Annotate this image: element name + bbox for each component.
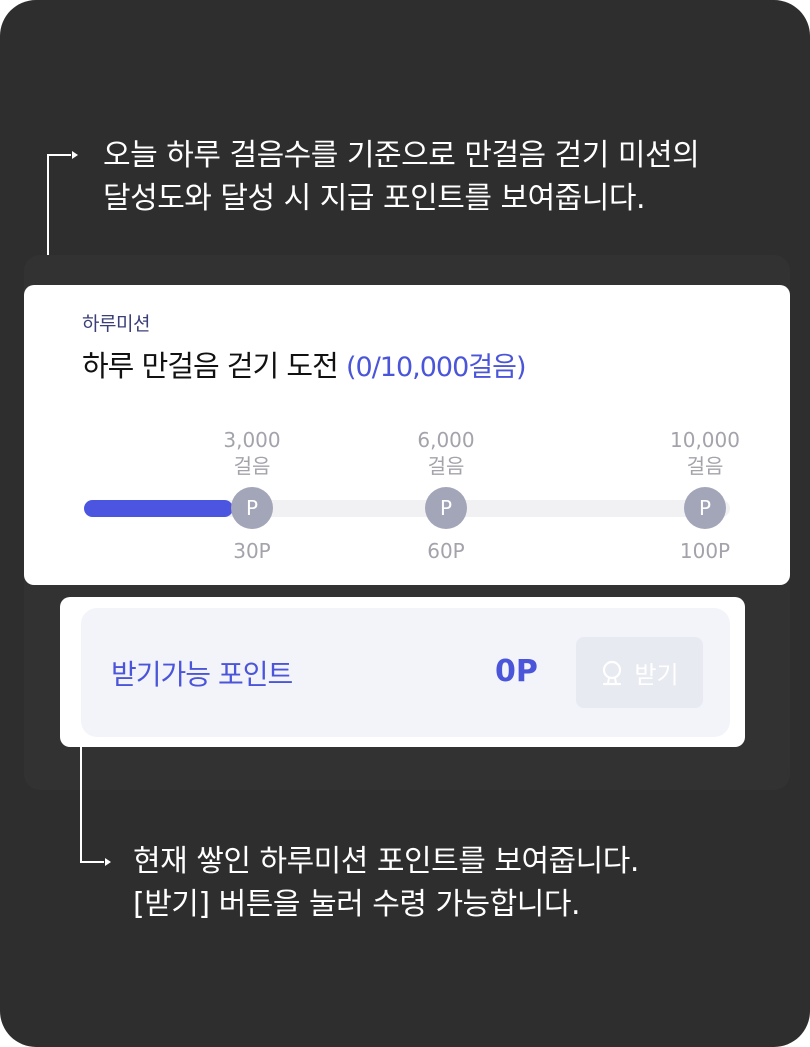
mission-step-count: (0/10,000걸음) (346, 352, 526, 383)
milestone-point-icon: P (425, 487, 467, 529)
progress-track (84, 500, 730, 517)
top-caption-line-2: 달성도와 달성 시 지급 포인트를 보여줍니다. (103, 181, 646, 216)
bottom-caption-line-2: [받기] 버튼을 눌러 수령 가능합니다. (133, 887, 580, 922)
milestone-unit: 걸음 (686, 454, 724, 478)
points-card: 받기가능 포인트 0P 받기 (60, 597, 745, 747)
top-leader-horizontal (47, 154, 71, 156)
bottom-caption: 현재 쌓인 하루미션 포인트를 보여줍니다. [받기] 버튼을 눌러 수령 가능… (133, 840, 639, 926)
milestone-unit: 걸음 (233, 454, 271, 478)
receive-button-label: 받기 (634, 661, 679, 689)
milestone-label: 10,000 걸음 (645, 427, 765, 479)
mission-eyebrow: 하루미션 (82, 313, 150, 335)
milestone-unit: 걸음 (427, 454, 465, 478)
bottom-caption-line-1: 현재 쌓인 하루미션 포인트를 보여줍니다. (133, 844, 639, 879)
milestone-steps: 3,000 (223, 428, 281, 452)
milestone-label: 6,000 걸음 (386, 427, 506, 479)
points-value: 0P (495, 654, 538, 689)
milestone-point-icon: P (231, 487, 273, 529)
top-caption: 오늘 하루 걸음수를 기준으로 만걸음 걷기 미션의 달성도와 달성 시 지급 … (103, 134, 700, 220)
milestone-reward: 100P (679, 539, 731, 563)
piggy-icon (603, 660, 622, 685)
bottom-leader-horizontal (80, 861, 104, 863)
bottom-leader-vertical (80, 747, 82, 863)
milestone-steps: 10,000 (670, 428, 740, 452)
tutorial-frame: 오늘 하루 걸음수를 기준으로 만걸음 걷기 미션의 달성도와 달성 시 지급 … (0, 0, 810, 1047)
bottom-leader-arrow (105, 858, 111, 866)
mission-title: 하루 만걸음 걷기 도전 (0/10,000걸음) (82, 343, 526, 385)
milestone-reward: 30P (233, 539, 271, 563)
progress-fill (84, 500, 233, 517)
receive-button[interactable]: 받기 (576, 637, 703, 708)
mission-title-text: 하루 만걸음 걷기 도전 (82, 349, 339, 383)
milestone-label: 3,000 걸음 (192, 427, 312, 479)
points-label: 받기가능 포인트 (111, 658, 293, 691)
milestone-reward: 60P (427, 539, 465, 563)
milestone-steps: 6,000 (417, 428, 475, 452)
points-panel: 받기가능 포인트 0P 받기 (81, 608, 730, 737)
top-leader-arrow (72, 151, 78, 159)
milestone-point-icon: P (684, 487, 726, 529)
mission-card: 하루미션 하루 만걸음 걷기 도전 (0/10,000걸음) 3,000 걸음 … (24, 285, 790, 585)
top-caption-line-1: 오늘 하루 걸음수를 기준으로 만걸음 걷기 미션의 (103, 138, 700, 173)
